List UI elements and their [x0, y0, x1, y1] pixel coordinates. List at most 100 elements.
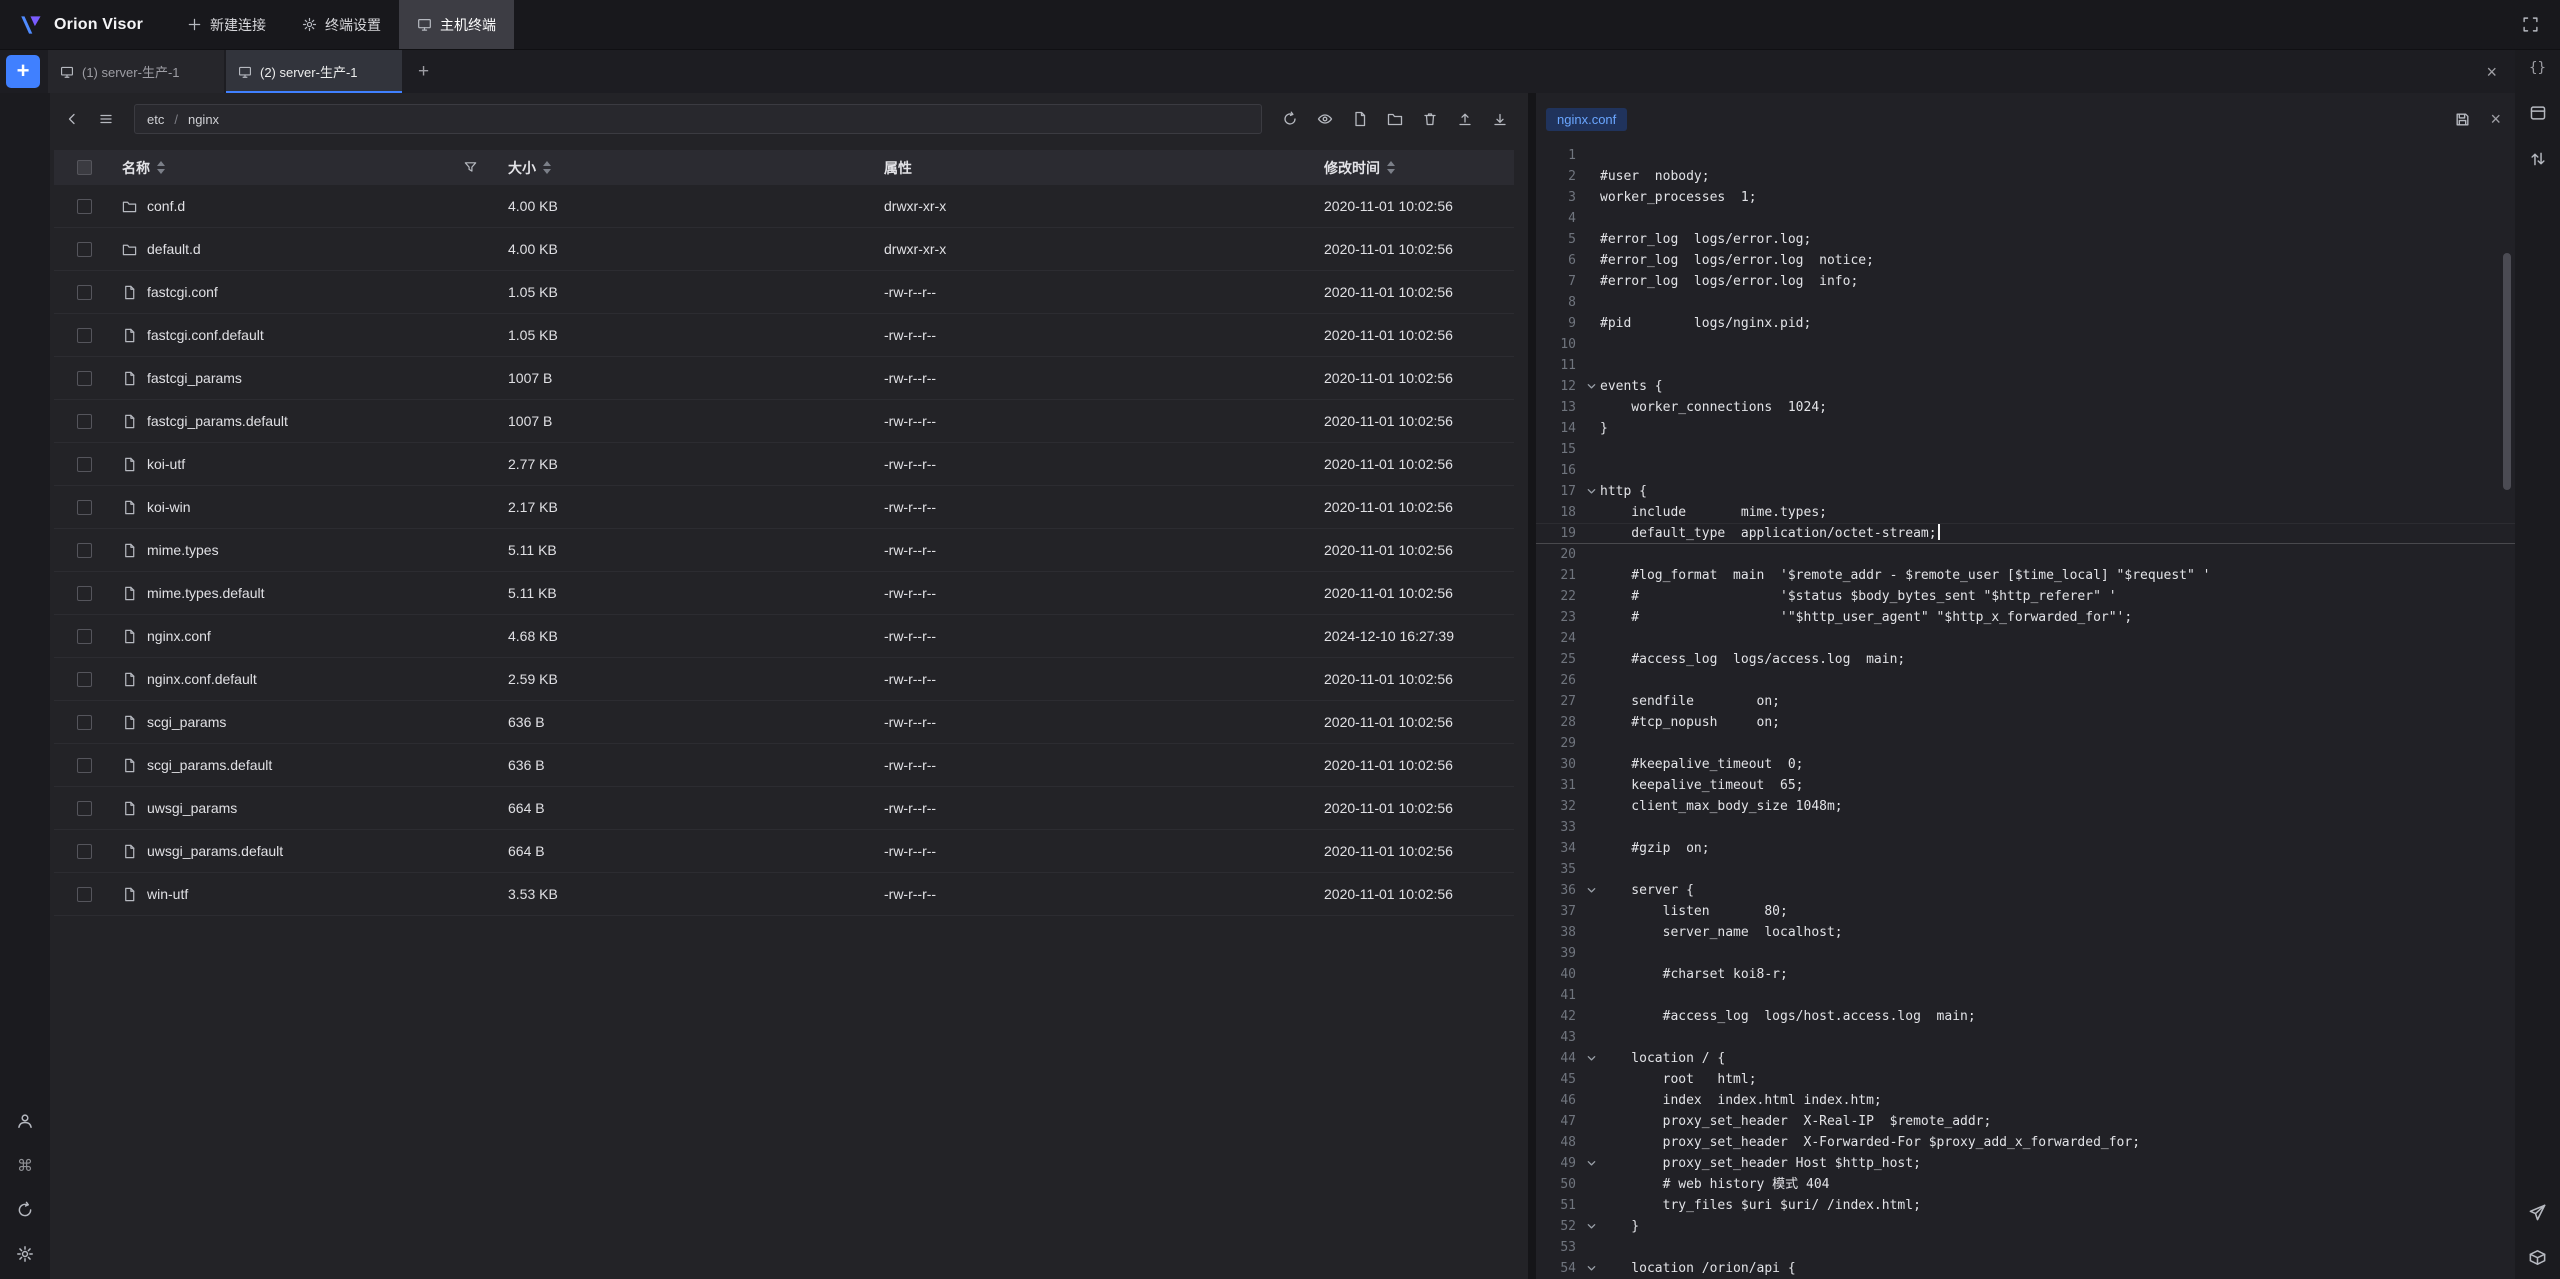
- editor-line[interactable]: 10: [1536, 334, 2515, 355]
- table-row[interactable]: uwsgi_params 664 B -rw-r--r-- 2020-11-01…: [54, 787, 1514, 830]
- editor-line[interactable]: 28 #tcp_nopush on;: [1536, 712, 2515, 733]
- editor-line[interactable]: 2#user nobody;: [1536, 166, 2515, 187]
- sync-icon[interactable]: [16, 1201, 34, 1219]
- editor-line[interactable]: 45 root html;: [1536, 1069, 2515, 1090]
- editor-line[interactable]: 3worker_processes 1;: [1536, 187, 2515, 208]
- add-tab-button[interactable]: +: [404, 50, 443, 93]
- download-icon[interactable]: [1486, 105, 1514, 133]
- window-panel-icon[interactable]: [2529, 104, 2547, 122]
- editor-line[interactable]: 13 worker_connections 1024;: [1536, 397, 2515, 418]
- table-row[interactable]: scgi_params 636 B -rw-r--r-- 2020-11-01 …: [54, 701, 1514, 744]
- fold-chevron-icon[interactable]: [1582, 481, 1600, 502]
- tab-server-1[interactable]: (1) server-生产-1: [48, 50, 224, 93]
- editor-line[interactable]: 51 try_files $uri $uri/ /index.html;: [1536, 1195, 2515, 1216]
- row-checkbox[interactable]: [77, 328, 92, 343]
- refresh-icon[interactable]: [1276, 105, 1304, 133]
- table-row[interactable]: mime.types.default 5.11 KB -rw-r--r-- 20…: [54, 572, 1514, 615]
- close-panel-icon[interactable]: ×: [2486, 63, 2497, 81]
- table-row[interactable]: conf.d 4.00 KB drwxr-xr-x 2020-11-01 10:…: [54, 185, 1514, 228]
- editor-line[interactable]: 31 keepalive_timeout 65;: [1536, 775, 2515, 796]
- row-checkbox[interactable]: [77, 844, 92, 859]
- editor-line[interactable]: 47 proxy_set_header X-Real-IP $remote_ad…: [1536, 1111, 2515, 1132]
- editor-line[interactable]: 21 #log_format main '$remote_addr - $rem…: [1536, 565, 2515, 586]
- table-row[interactable]: default.d 4.00 KB drwxr-xr-x 2020-11-01 …: [54, 228, 1514, 271]
- fold-chevron-icon[interactable]: [1582, 1258, 1600, 1279]
- upload-icon[interactable]: [1451, 105, 1479, 133]
- transfer-queue-icon[interactable]: [2529, 150, 2547, 168]
- snippets-braces-icon[interactable]: {}: [2529, 60, 2546, 76]
- editor-line[interactable]: 48 proxy_set_header X-Forwarded-For $pro…: [1536, 1132, 2515, 1153]
- row-checkbox[interactable]: [77, 887, 92, 902]
- row-checkbox[interactable]: [77, 758, 92, 773]
- editor-line[interactable]: 32 client_max_body_size 1048m;: [1536, 796, 2515, 817]
- select-all-checkbox[interactable]: [77, 160, 92, 175]
- editor-line[interactable]: 42 #access_log logs/host.access.log main…: [1536, 1006, 2515, 1027]
- menu-item-new-connection[interactable]: 新建连接: [169, 0, 284, 49]
- editor-line[interactable]: 35: [1536, 859, 2515, 880]
- sort-mtime-icon[interactable]: [1387, 161, 1395, 174]
- row-checkbox[interactable]: [77, 457, 92, 472]
- row-checkbox[interactable]: [77, 242, 92, 257]
- editor-line[interactable]: 43: [1536, 1027, 2515, 1048]
- editor-line[interactable]: 5#error_log logs/error.log;: [1536, 229, 2515, 250]
- editor-line[interactable]: 29: [1536, 733, 2515, 754]
- row-checkbox[interactable]: [77, 371, 92, 386]
- editor-line[interactable]: 44 location / {: [1536, 1048, 2515, 1069]
- settings-gear-icon[interactable]: [16, 1245, 34, 1263]
- package-box-icon[interactable]: [2528, 1248, 2547, 1267]
- list-view-icon[interactable]: [92, 105, 120, 133]
- editor-line[interactable]: 49 proxy_set_header Host $http_host;: [1536, 1153, 2515, 1174]
- editor-line[interactable]: 33: [1536, 817, 2515, 838]
- fold-chevron-icon[interactable]: [1582, 880, 1600, 901]
- editor-line[interactable]: 37 listen 80;: [1536, 901, 2515, 922]
- fold-chevron-icon[interactable]: [1582, 1153, 1600, 1174]
- editor-body[interactable]: 12#user nobody;3worker_processes 1;45#er…: [1536, 137, 2515, 1279]
- editor-line[interactable]: 52 }: [1536, 1216, 2515, 1237]
- editor-line[interactable]: 30 #keepalive_timeout 0;: [1536, 754, 2515, 775]
- row-checkbox[interactable]: [77, 543, 92, 558]
- show-hidden-eye-icon[interactable]: [1311, 105, 1339, 133]
- table-row[interactable]: koi-utf 2.77 KB -rw-r--r-- 2020-11-01 10…: [54, 443, 1514, 486]
- breadcrumb-segment[interactable]: etc: [147, 112, 164, 127]
- row-checkbox[interactable]: [77, 801, 92, 816]
- editor-line[interactable]: 23 # '"$http_user_agent" "$http_x_forwar…: [1536, 607, 2515, 628]
- fold-chevron-icon[interactable]: [1582, 1216, 1600, 1237]
- sort-size-icon[interactable]: [543, 161, 551, 174]
- new-file-icon[interactable]: [1346, 105, 1374, 133]
- editor-line[interactable]: 14}: [1536, 418, 2515, 439]
- sort-name-icon[interactable]: [157, 161, 165, 174]
- editor-line[interactable]: 54 location /orion/api {: [1536, 1258, 2515, 1279]
- editor-line[interactable]: 4: [1536, 208, 2515, 229]
- path-breadcrumb[interactable]: etc / nginx: [134, 104, 1262, 134]
- editor-line[interactable]: 39: [1536, 943, 2515, 964]
- table-row[interactable]: fastcgi.conf.default 1.05 KB -rw-r--r-- …: [54, 314, 1514, 357]
- editor-line[interactable]: 12events {: [1536, 376, 2515, 397]
- menu-item-host-terminal[interactable]: 主机终端: [399, 0, 514, 49]
- editor-scrollbar-thumb[interactable]: [2503, 253, 2511, 490]
- delete-trash-icon[interactable]: [1416, 105, 1444, 133]
- row-checkbox[interactable]: [77, 414, 92, 429]
- new-folder-icon[interactable]: [1381, 105, 1409, 133]
- editor-line[interactable]: 20: [1536, 544, 2515, 565]
- breadcrumb-segment[interactable]: nginx: [188, 112, 219, 127]
- editor-line[interactable]: 16: [1536, 460, 2515, 481]
- editor-line[interactable]: 24: [1536, 628, 2515, 649]
- row-checkbox[interactable]: [77, 500, 92, 515]
- row-checkbox[interactable]: [77, 586, 92, 601]
- back-icon[interactable]: [58, 105, 86, 133]
- row-checkbox[interactable]: [77, 285, 92, 300]
- table-row[interactable]: fastcgi_params 1007 B -rw-r--r-- 2020-11…: [54, 357, 1514, 400]
- command-icon[interactable]: ⌘: [17, 1156, 33, 1175]
- row-checkbox[interactable]: [77, 715, 92, 730]
- fold-chevron-icon[interactable]: [1582, 1048, 1600, 1069]
- editor-line[interactable]: 27 sendfile on;: [1536, 691, 2515, 712]
- new-connection-button[interactable]: +: [6, 55, 40, 88]
- fold-chevron-icon[interactable]: [1582, 376, 1600, 397]
- editor-line[interactable]: 40 #charset koi8-r;: [1536, 964, 2515, 985]
- table-row[interactable]: fastcgi.conf 1.05 KB -rw-r--r-- 2020-11-…: [54, 271, 1514, 314]
- editor-line[interactable]: 8: [1536, 292, 2515, 313]
- editor-close-icon[interactable]: ×: [2490, 110, 2501, 128]
- table-row[interactable]: scgi_params.default 636 B -rw-r--r-- 202…: [54, 744, 1514, 787]
- menu-item-terminal-settings[interactable]: 终端设置: [284, 0, 399, 49]
- editor-line[interactable]: 25 #access_log logs/access.log main;: [1536, 649, 2515, 670]
